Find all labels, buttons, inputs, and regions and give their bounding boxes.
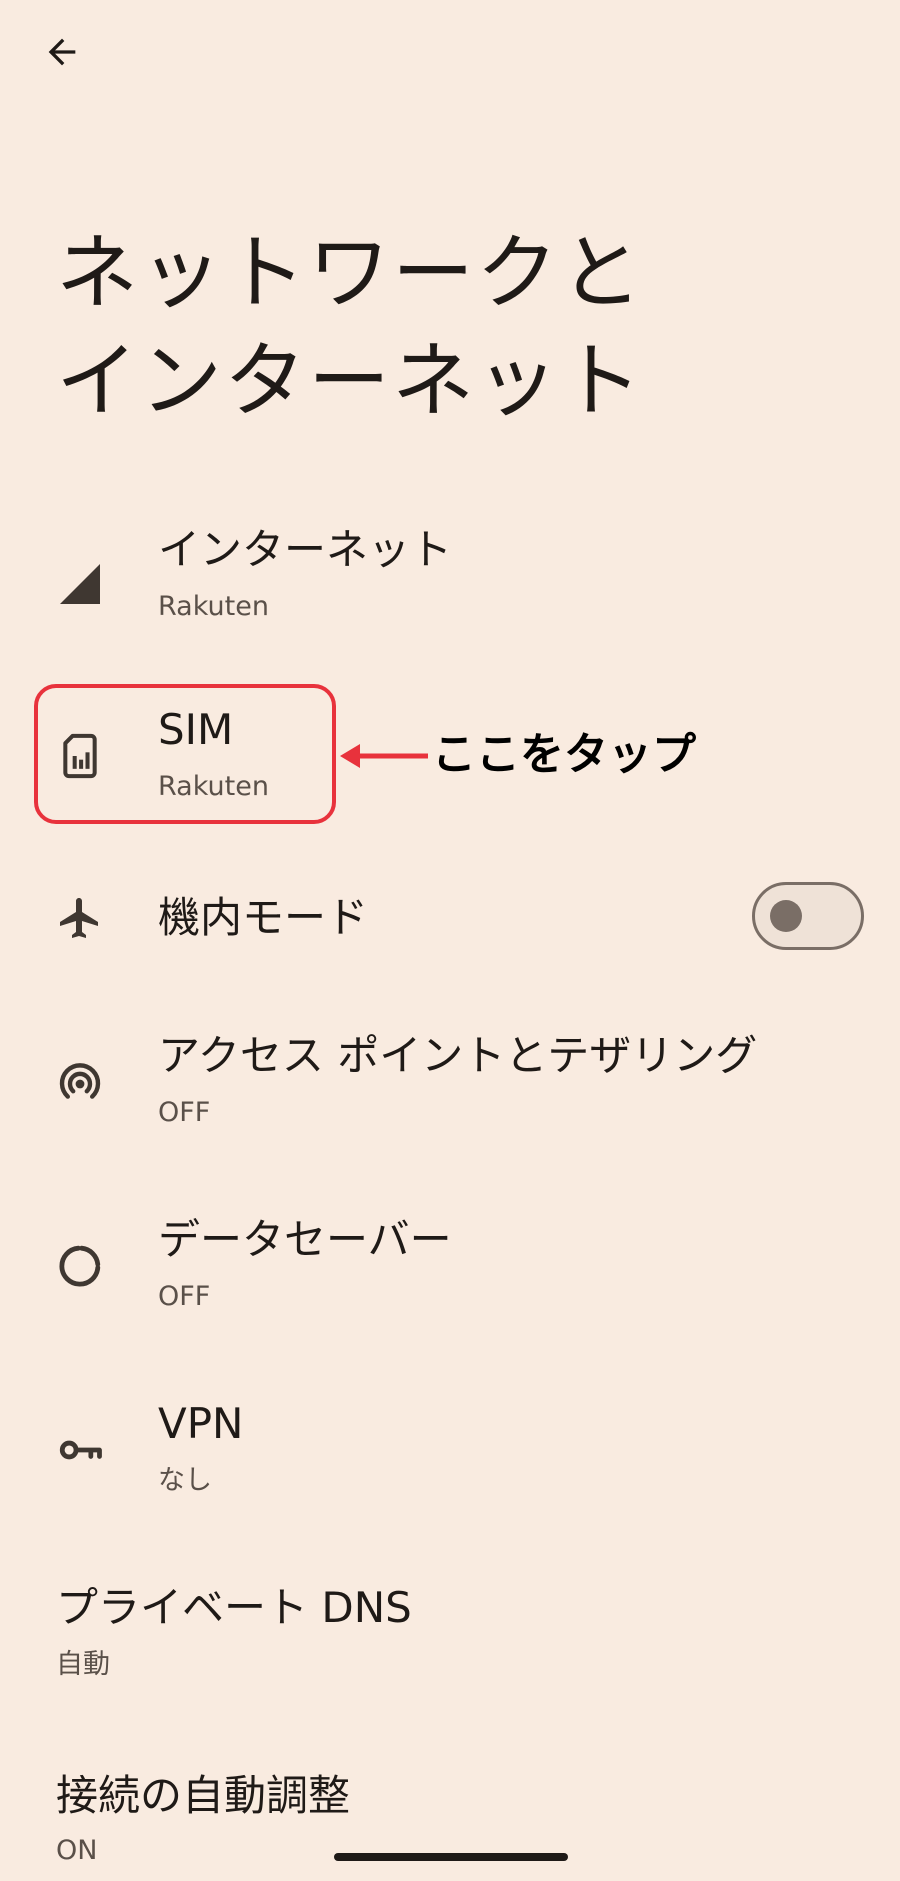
airplane-mode-toggle[interactable]: [752, 882, 864, 950]
list-item-hotspot[interactable]: アクセス ポイントとテザリング OFF: [0, 1024, 900, 1134]
page-title-line2: インターネット: [56, 334, 645, 429]
internet-subtitle: Rakuten: [158, 591, 269, 622]
hotspot-title: アクセス ポイントとテザリング: [158, 1031, 758, 1080]
adaptive-title: 接続の自動調整: [56, 1771, 351, 1820]
annotation-arrow-icon: [340, 744, 428, 768]
gesture-nav-handle[interactable]: [334, 1853, 568, 1861]
vpn-title: VPN: [158, 1399, 244, 1448]
list-item-vpn[interactable]: VPN なし: [0, 1392, 900, 1502]
list-item-internet[interactable]: インターネット Rakuten: [0, 520, 900, 630]
vpn-key-icon: [52, 1422, 108, 1478]
data-saver-icon: [52, 1238, 108, 1294]
data-saver-title: データセーバー: [158, 1215, 452, 1264]
vpn-subtitle: なし: [158, 1465, 212, 1496]
hotspot-subtitle: OFF: [158, 1097, 211, 1128]
arrow-left-icon: [48, 38, 76, 66]
list-item-data-saver[interactable]: データセーバー OFF: [0, 1208, 900, 1318]
toggle-knob: [770, 900, 802, 932]
internet-title: インターネット: [158, 525, 453, 574]
private-dns-title: プライベート DNS: [56, 1583, 412, 1632]
adaptive-subtitle: ON: [56, 1835, 98, 1866]
signal-icon: [52, 556, 108, 612]
airplane-title: 機内モード: [158, 893, 369, 942]
page-title-line1: ネットワークと: [56, 226, 645, 321]
back-button[interactable]: [32, 22, 92, 82]
hotspot-icon: [52, 1054, 108, 1110]
private-dns-subtitle: 自動: [56, 1649, 110, 1680]
page-title: ネットワークと インターネット: [56, 220, 816, 436]
annotation-label: ここをタップ: [432, 729, 696, 780]
highlight-box: [34, 684, 336, 824]
airplane-icon: [52, 890, 108, 946]
list-item-adaptive-connectivity[interactable]: 接続の自動調整 ON: [0, 1768, 900, 1878]
data-saver-subtitle: OFF: [158, 1281, 211, 1312]
list-item-private-dns[interactable]: プライベート DNS 自動: [0, 1576, 900, 1686]
